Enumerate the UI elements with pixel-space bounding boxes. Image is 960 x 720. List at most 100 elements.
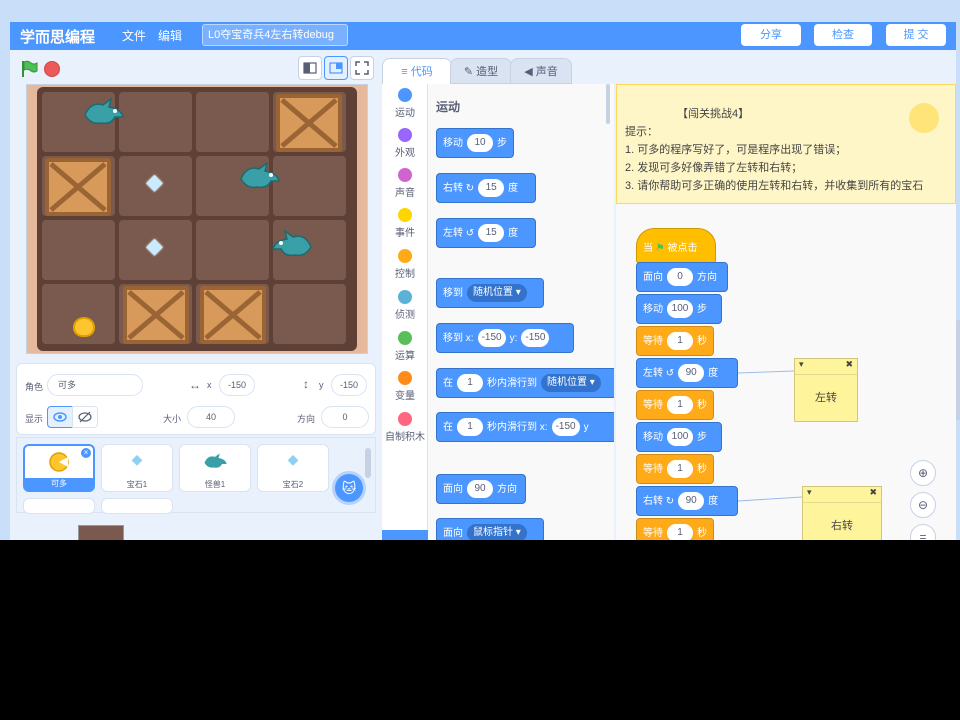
workspace-scrollbar[interactable] bbox=[956, 320, 960, 420]
normal-stage-icon[interactable] bbox=[324, 56, 348, 80]
category-sensing[interactable]: 侦测 bbox=[382, 290, 428, 321]
category-dot bbox=[398, 128, 412, 142]
category-dot bbox=[398, 412, 412, 426]
menu-edit[interactable]: 编辑 bbox=[158, 27, 182, 44]
sprite-thumb-name: 怪兽1 bbox=[204, 480, 226, 489]
block-glide-xy[interactable]: 在 1 秒内滑行到 x: -150 y bbox=[436, 412, 614, 442]
palette-section-title: 运动 bbox=[436, 100, 461, 114]
script-workspace[interactable]: 【闯关挑战4】 提示： 1. 可多的程序写好了，可是程序出现了错误； 2. 发现… bbox=[616, 84, 956, 540]
small-stage-icon[interactable] bbox=[298, 56, 322, 80]
direction-label: 方向 bbox=[297, 414, 316, 424]
category-sound[interactable]: 声音 bbox=[382, 168, 428, 199]
block-point-towards[interactable]: 面向 鼠标指针 ▾ bbox=[436, 518, 544, 540]
player-sprite[interactable] bbox=[73, 317, 95, 337]
sprite-thumb[interactable]: ◆ 宝石2 bbox=[257, 444, 329, 492]
extension-button[interactable] bbox=[382, 530, 428, 540]
show-hidden-button[interactable] bbox=[72, 406, 98, 428]
tab-sounds[interactable]: ◀ 声音 bbox=[510, 58, 572, 84]
category-dot bbox=[398, 88, 412, 102]
close-icon[interactable]: ✖ bbox=[845, 359, 853, 370]
stage-canvas[interactable]: ◆ ◆ bbox=[26, 84, 368, 354]
stage-thumb[interactable] bbox=[78, 525, 124, 540]
comment-note[interactable]: ▾ ✖ 左转 bbox=[794, 358, 858, 422]
zoom-in-icon[interactable]: ⊕ bbox=[910, 460, 936, 486]
crate bbox=[200, 286, 266, 344]
board-tile bbox=[42, 220, 115, 280]
category-menu: 运动 外观 声音 事件 控制 侦测 运算 变量 自制积木 bbox=[382, 84, 428, 540]
crate bbox=[123, 286, 189, 344]
submit-button[interactable]: 提 交 bbox=[886, 24, 946, 46]
green-flag-icon[interactable] bbox=[20, 60, 38, 78]
code-icon: ≡ bbox=[401, 66, 411, 78]
comment-text[interactable]: 右转 bbox=[803, 503, 881, 540]
category-looks[interactable]: 外观 bbox=[382, 128, 428, 159]
y-input[interactable]: -150 bbox=[331, 374, 367, 396]
sprite-thumb[interactable]: ◆ 宝石1 bbox=[101, 444, 173, 492]
speaker-icon: ◀ bbox=[524, 66, 536, 78]
category-events[interactable]: 事件 bbox=[382, 208, 428, 239]
show-visible-button[interactable] bbox=[47, 406, 73, 428]
share-button[interactable]: 分享 bbox=[741, 24, 801, 46]
block-goto[interactable]: 移到 随机位置 ▾ bbox=[436, 278, 544, 308]
close-icon[interactable]: ✖ bbox=[869, 487, 877, 498]
palette-scrollbar[interactable] bbox=[606, 84, 610, 124]
tab-costumes[interactable]: ✎ 造型 bbox=[450, 58, 512, 84]
rotate-left-icon: ↺ bbox=[465, 228, 475, 239]
check-button[interactable]: 检查 bbox=[814, 24, 872, 46]
block-turn-right[interactable]: 右转 ↻ 15 度 bbox=[436, 173, 536, 203]
block-point-direction[interactable]: 面向 90 方向 bbox=[436, 474, 526, 504]
size-input[interactable]: 40 bbox=[187, 406, 235, 428]
sprite-name-input[interactable]: 可多 bbox=[47, 374, 143, 396]
category-dot bbox=[398, 371, 412, 385]
sprite-thumb[interactable] bbox=[101, 498, 173, 514]
comment-text[interactable]: 左转 bbox=[795, 375, 857, 421]
board-tile bbox=[273, 156, 346, 216]
monster-sprite[interactable] bbox=[81, 95, 125, 136]
gem-sprite[interactable]: ◆ bbox=[146, 169, 163, 195]
category-variables[interactable]: 变量 bbox=[382, 371, 428, 402]
add-sprite-button[interactable]: 🐱︎ bbox=[332, 471, 366, 505]
category-myblocks[interactable]: 自制积木 bbox=[382, 412, 428, 443]
fullscreen-icon[interactable] bbox=[350, 56, 374, 80]
tab-code[interactable]: ≡ 代码 bbox=[382, 58, 452, 84]
sprite-thumb[interactable] bbox=[23, 498, 95, 514]
x-input[interactable]: -150 bbox=[219, 374, 255, 396]
menu-file[interactable]: 文件 bbox=[122, 27, 146, 44]
category-dot bbox=[398, 208, 412, 222]
tab-costumes-label: 造型 bbox=[476, 66, 499, 78]
direction-input[interactable]: 0 bbox=[321, 406, 369, 428]
sprite-thumb[interactable]: 怪兽1 bbox=[179, 444, 251, 492]
stage-header bbox=[10, 54, 378, 84]
category-dot bbox=[398, 168, 412, 182]
crate bbox=[45, 158, 111, 216]
sprite-list-scrollbar[interactable] bbox=[365, 448, 371, 478]
sprite-info-panel: 角色 可多 ↔ x -150 ↕ y -150 显示 大小 40 方向 0 bbox=[16, 363, 376, 435]
y-arrow-icon: ↕ bbox=[303, 377, 309, 391]
monster-sprite[interactable] bbox=[237, 159, 281, 200]
monster-sprite[interactable] bbox=[271, 227, 315, 268]
block-goto-xy[interactable]: 移到 x: -150 y: -150 bbox=[436, 323, 574, 353]
category-operators[interactable]: 运算 bbox=[382, 331, 428, 362]
sprite-thumb-name: 宝石1 bbox=[126, 480, 148, 489]
block-glide-random[interactable]: 在 1 秒内滑行到 随机位置 ▾ bbox=[436, 368, 614, 398]
comment-connectors bbox=[737, 370, 803, 502]
editor-area: ◆ ◆ 角色 可多 ↔ x -150 ↕ y -150 显示 大小 40 方向 … bbox=[10, 50, 960, 540]
category-control[interactable]: 控制 bbox=[382, 249, 428, 280]
comment-note[interactable]: ▾ ✖ 右转 bbox=[802, 486, 882, 540]
delete-sprite-icon[interactable]: × bbox=[81, 448, 91, 458]
block-move[interactable]: 移动 10 步 bbox=[436, 128, 514, 158]
app-logo: 学而思编程 bbox=[20, 29, 96, 46]
stop-icon[interactable] bbox=[44, 61, 60, 77]
block-turn-left[interactable]: 左转 ↺ 15 度 bbox=[436, 218, 536, 248]
board-tile bbox=[119, 92, 192, 152]
category-motion[interactable]: 运动 bbox=[382, 88, 428, 119]
show-label: 显示 bbox=[25, 414, 44, 424]
zoom-out-icon[interactable]: ⊖ bbox=[910, 492, 936, 518]
project-title-input[interactable]: L0夺宝奇兵4左右转debug bbox=[202, 24, 348, 46]
gem-sprite[interactable]: ◆ bbox=[146, 233, 163, 259]
sprite-thumb-name: 可多 bbox=[25, 478, 93, 490]
x-arrow-icon: ↔ bbox=[189, 378, 201, 392]
sprite-thumb[interactable]: × 可多 bbox=[23, 444, 95, 492]
size-label: 大小 bbox=[163, 414, 182, 424]
category-dot bbox=[398, 290, 412, 304]
